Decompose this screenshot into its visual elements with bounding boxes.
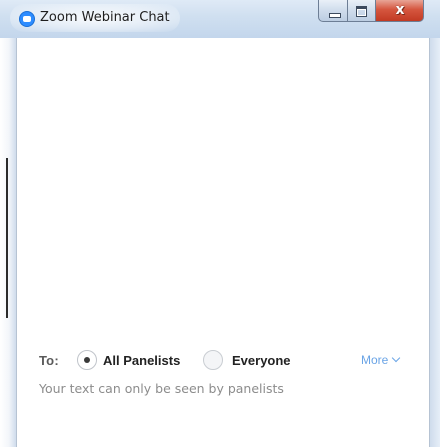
chat-window: Zoom Webinar Chat x To: All Panelists Ev…	[0, 0, 440, 447]
frame-shadow-edge	[6, 158, 8, 318]
chat-message-input[interactable]	[39, 381, 419, 431]
window-frame-right	[430, 38, 440, 447]
caption-buttons: x	[318, 0, 424, 24]
chat-messages-area[interactable]	[17, 38, 429, 338]
all-panelists-label[interactable]: All Panelists	[103, 353, 180, 368]
window-frame-left	[0, 38, 16, 447]
chat-panel: To: All Panelists Everyone More	[16, 38, 430, 447]
chevron-down-icon	[392, 353, 401, 363]
title-bar[interactable]: Zoom Webinar Chat x	[0, 0, 440, 38]
all-panelists-radio[interactable]	[77, 350, 97, 370]
zoom-icon	[20, 12, 34, 26]
more-button[interactable]: More	[361, 353, 401, 367]
maximize-icon	[356, 6, 367, 17]
everyone-radio[interactable]	[203, 350, 223, 370]
to-label: To:	[39, 353, 59, 368]
close-button[interactable]: x	[376, 0, 424, 22]
recipient-selector: To: All Panelists Everyone More	[17, 347, 429, 373]
everyone-label[interactable]: Everyone	[232, 353, 291, 368]
minimize-icon	[329, 13, 341, 18]
maximize-button[interactable]	[348, 0, 376, 22]
close-icon: x	[395, 2, 405, 18]
minimize-button[interactable]	[318, 0, 348, 22]
more-label: More	[361, 353, 389, 367]
window-title: Zoom Webinar Chat	[40, 10, 170, 25]
